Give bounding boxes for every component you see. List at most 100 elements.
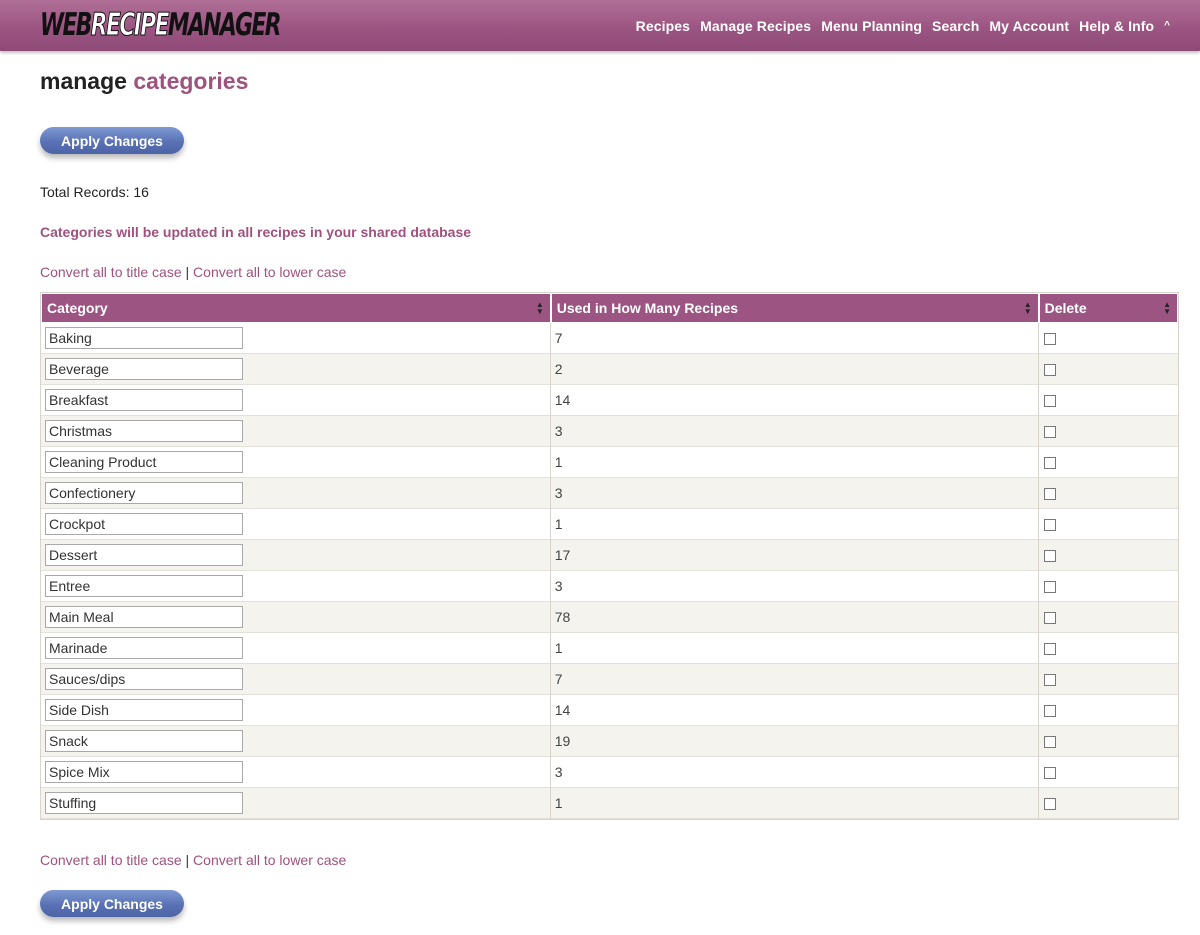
- delete-checkbox[interactable]: [1043, 426, 1056, 439]
- table-row: 3: [41, 757, 1178, 788]
- category-name-input[interactable]: [45, 668, 243, 690]
- nav-my-account[interactable]: My Account: [989, 18, 1069, 34]
- category-cell: [41, 385, 551, 416]
- column-header-category[interactable]: Category ▲ ▼: [41, 293, 551, 323]
- table-row: 19: [41, 726, 1178, 757]
- delete-checkbox[interactable]: [1043, 674, 1056, 687]
- category-cell: [41, 447, 551, 478]
- delete-checkbox[interactable]: [1043, 488, 1056, 501]
- delete-checkbox[interactable]: [1043, 333, 1056, 346]
- category-name-input[interactable]: [45, 420, 243, 442]
- lower-case-link[interactable]: Convert all to lower case: [193, 852, 346, 868]
- sort-icon[interactable]: ▲ ▼: [1024, 301, 1032, 316]
- apply-changes-button-top[interactable]: Apply Changes: [40, 127, 184, 154]
- recipe-count: 2: [550, 354, 1039, 385]
- logo-manager: MANAGER: [167, 7, 282, 43]
- case-links-top: Convert all to title case | Convert all …: [40, 264, 346, 280]
- category-cell: [41, 788, 551, 819]
- category-name-input[interactable]: [45, 699, 243, 721]
- nav-menu-planning[interactable]: Menu Planning: [821, 18, 922, 34]
- table-row: 3: [41, 416, 1178, 447]
- shared-database-notice: Categories will be updated in all recipe…: [40, 224, 472, 240]
- category-cell: [41, 540, 551, 571]
- category-cell: [41, 416, 551, 447]
- category-name-input[interactable]: [45, 482, 243, 504]
- delete-checkbox[interactable]: [1043, 457, 1056, 470]
- table-header-row: Category ▲ ▼ Used in How Many Recipes ▲ ▼ …: [41, 293, 1178, 323]
- sort-icon[interactable]: ▲ ▼: [1163, 301, 1171, 316]
- delete-checkbox[interactable]: [1043, 736, 1056, 749]
- logo-recipe: RECIPE: [90, 7, 169, 44]
- delete-cell: [1038, 664, 1178, 695]
- delete-cell: [1038, 726, 1178, 757]
- delete-checkbox[interactable]: [1043, 364, 1056, 377]
- recipe-count: 14: [550, 695, 1039, 726]
- recipe-count: 1: [550, 509, 1039, 540]
- category-cell: [41, 633, 551, 664]
- category-cell: [41, 726, 551, 757]
- category-name-input[interactable]: [45, 358, 243, 380]
- table-row: 7: [41, 323, 1178, 354]
- category-name-input[interactable]: [45, 792, 243, 814]
- category-name-input[interactable]: [45, 451, 243, 473]
- category-name-input[interactable]: [45, 327, 243, 349]
- category-cell: [41, 664, 551, 695]
- column-header-count[interactable]: Used in How Many Recipes ▲ ▼: [550, 293, 1039, 323]
- category-name-input[interactable]: [45, 575, 243, 597]
- apply-changes-button-bottom[interactable]: Apply Changes: [40, 890, 184, 917]
- table-row: 1: [41, 447, 1178, 478]
- caret-up-icon[interactable]: ^: [1164, 20, 1170, 31]
- table-row: 1: [41, 788, 1178, 819]
- delete-checkbox[interactable]: [1043, 395, 1056, 408]
- site-logo[interactable]: WEBRECIPEMANAGER: [40, 3, 282, 47]
- delete-checkbox[interactable]: [1043, 767, 1056, 780]
- category-name-input[interactable]: [45, 637, 243, 659]
- table-row: 1: [41, 633, 1178, 664]
- delete-checkbox[interactable]: [1043, 519, 1056, 532]
- main-nav: Recipes Manage Recipes Menu Planning Sea…: [626, 0, 1170, 51]
- category-name-input[interactable]: [45, 513, 243, 535]
- title-case-link[interactable]: Convert all to title case: [40, 264, 182, 280]
- table-row: 78: [41, 602, 1178, 633]
- delete-checkbox[interactable]: [1043, 705, 1056, 718]
- title-case-link[interactable]: Convert all to title case: [40, 852, 182, 868]
- recipe-count: 3: [550, 416, 1039, 447]
- category-name-input[interactable]: [45, 389, 243, 411]
- table-row: 3: [41, 478, 1178, 509]
- delete-checkbox[interactable]: [1043, 798, 1056, 811]
- delete-checkbox[interactable]: [1043, 581, 1056, 594]
- page-title-plain: manage: [40, 68, 127, 94]
- recipe-count: 1: [550, 788, 1039, 819]
- recipe-count: 1: [550, 447, 1039, 478]
- recipe-count: 7: [550, 323, 1039, 354]
- nav-search[interactable]: Search: [932, 18, 979, 34]
- category-name-input[interactable]: [45, 544, 243, 566]
- categories-table: Category ▲ ▼ Used in How Many Recipes ▲ ▼ …: [40, 292, 1179, 820]
- delete-cell: [1038, 323, 1178, 354]
- delete-cell: [1038, 633, 1178, 664]
- delete-checkbox[interactable]: [1043, 612, 1056, 625]
- sort-icon[interactable]: ▲ ▼: [536, 301, 544, 316]
- delete-checkbox[interactable]: [1043, 550, 1056, 563]
- category-name-input[interactable]: [45, 761, 243, 783]
- category-name-input[interactable]: [45, 606, 243, 628]
- nav-recipes[interactable]: Recipes: [636, 18, 690, 34]
- lower-case-link[interactable]: Convert all to lower case: [193, 264, 346, 280]
- column-header-label: Used in How Many Recipes: [556, 300, 739, 316]
- delete-cell: [1038, 757, 1178, 788]
- category-name-input[interactable]: [45, 730, 243, 752]
- delete-cell: [1038, 695, 1178, 726]
- delete-cell: [1038, 354, 1178, 385]
- link-separator: |: [185, 852, 190, 868]
- category-cell: [41, 323, 551, 354]
- recipe-count: 3: [550, 757, 1039, 788]
- category-cell: [41, 478, 551, 509]
- table-row: 1: [41, 509, 1178, 540]
- column-header-delete[interactable]: Delete ▲ ▼: [1038, 293, 1178, 323]
- delete-checkbox[interactable]: [1043, 643, 1056, 656]
- nav-manage-recipes[interactable]: Manage Recipes: [700, 18, 811, 34]
- link-separator: |: [185, 264, 190, 280]
- recipe-count: 3: [550, 571, 1039, 602]
- table-row: 14: [41, 695, 1178, 726]
- nav-help-info[interactable]: Help & Info: [1079, 18, 1154, 34]
